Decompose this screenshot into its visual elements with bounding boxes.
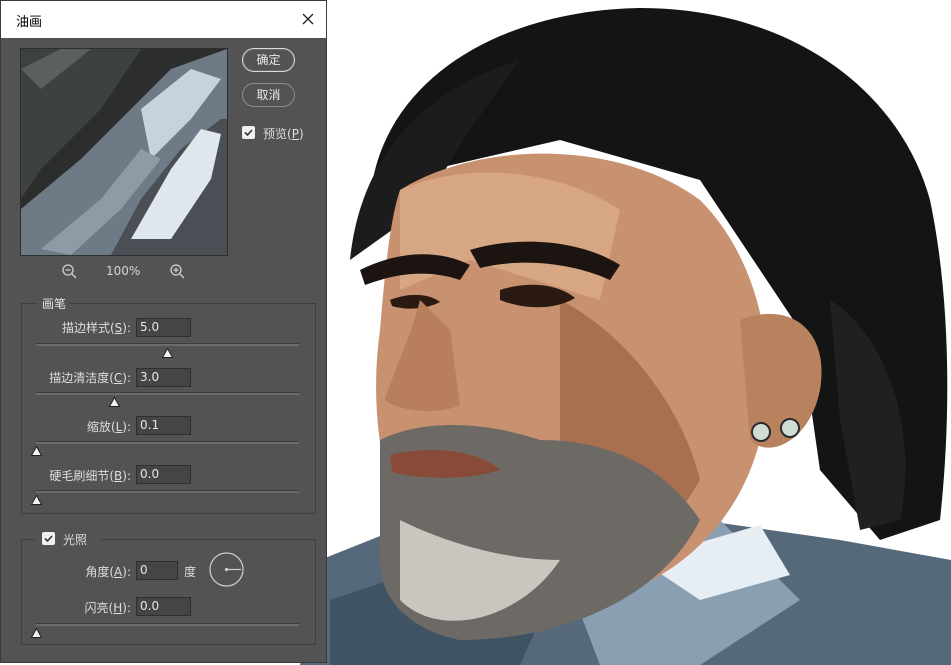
- angle-label: 角度(A):: [85, 565, 131, 579]
- bristle-detail-input[interactable]: 0.0: [136, 465, 191, 484]
- angle-dial-icon[interactable]: [209, 552, 244, 587]
- lighting-group-title[interactable]: 光照: [63, 531, 87, 548]
- ok-button[interactable]: 确定: [242, 48, 295, 72]
- bristle-detail-slider[interactable]: [36, 490, 299, 493]
- filter-preview-image[interactable]: [20, 48, 228, 256]
- scale-slider[interactable]: [36, 441, 299, 444]
- lighting-checkbox[interactable]: [42, 532, 55, 545]
- stroke-style-slider-thumb[interactable]: [162, 348, 173, 358]
- lighting-group: [21, 539, 316, 645]
- scale-label: 缩放(L):: [86, 420, 131, 434]
- shine-slider-thumb[interactable]: [30, 628, 42, 638]
- bristle-detail-label: 硬毛刷细节(B):: [49, 469, 131, 483]
- stroke-style-slider[interactable]: [36, 343, 299, 346]
- dialog-titlebar[interactable]: 油画: [1, 1, 326, 38]
- dialog-title: 油画: [16, 15, 43, 30]
- angle-unit-label: 度: [184, 565, 197, 579]
- shine-label: 闪亮(H):: [84, 601, 131, 615]
- stroke-cleanliness-input[interactable]: 3.0: [136, 368, 191, 387]
- zoom-in-icon[interactable]: [169, 263, 185, 279]
- brush-group-title: 画笔: [38, 295, 71, 312]
- checkmark-icon: [44, 535, 53, 543]
- bristle-detail-slider-thumb[interactable]: [30, 495, 42, 505]
- angle-input[interactable]: 0: [136, 561, 178, 580]
- checkmark-icon: [244, 129, 253, 137]
- close-icon[interactable]: [296, 7, 320, 31]
- shine-slider[interactable]: [36, 623, 299, 626]
- scale-slider-thumb[interactable]: [30, 446, 42, 456]
- scale-input[interactable]: 0.1: [136, 416, 191, 435]
- stroke-cleanliness-slider[interactable]: [36, 392, 299, 395]
- preview-checkbox[interactable]: [242, 126, 255, 139]
- oil-paint-dialog: 油画 100% 确定 取消 预览(P) 画笔 描边样式(S): 5.0 描边清洁…: [0, 0, 327, 663]
- cancel-button[interactable]: 取消: [242, 83, 295, 107]
- stroke-cleanliness-slider-thumb[interactable]: [109, 397, 121, 407]
- shine-input[interactable]: 0.0: [136, 597, 191, 616]
- stroke-style-input[interactable]: 5.0: [136, 318, 191, 337]
- stroke-style-label: 描边样式(S):: [61, 321, 131, 335]
- zoom-out-icon[interactable]: [61, 263, 77, 279]
- zoom-level: 100%: [106, 264, 141, 278]
- preview-label[interactable]: 预览(P): [263, 125, 304, 142]
- stroke-cleanliness-label: 描边清洁度(C):: [49, 371, 131, 385]
